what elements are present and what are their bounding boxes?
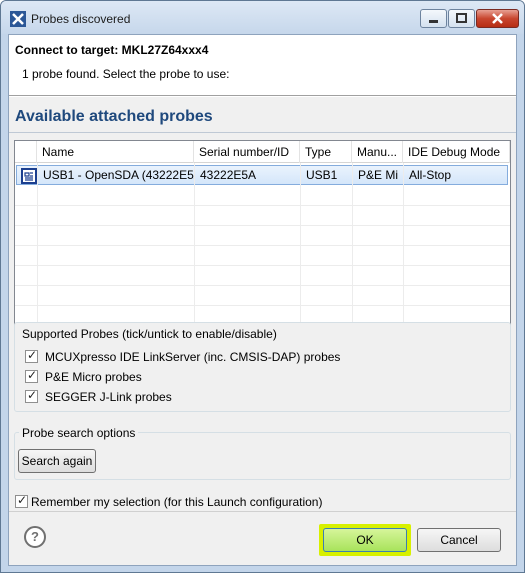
close-icon [492, 13, 503, 24]
jlink-label[interactable]: SEGGER J-Link probes [45, 390, 172, 404]
minimize-icon [429, 20, 438, 23]
probe-search-label: Probe search options [19, 426, 139, 440]
linkserver-label[interactable]: MCUXpresso IDE LinkServer (inc. CMSIS-DA… [45, 350, 340, 364]
cell-name: USB1 - OpenSDA (43222E5A [38, 166, 195, 185]
cell-serial: 43222E5A [195, 166, 301, 185]
table-empty-row [15, 226, 510, 246]
dialog-window: Probes discovered Connect to target: MKL… [0, 0, 525, 573]
remember-selection-checkbox[interactable] [15, 493, 28, 508]
target-title: Connect to target: MKL27Z64xxx4 [15, 43, 209, 57]
jlink-checkbox[interactable] [25, 388, 38, 403]
dialog-client: Connect to target: MKL27Z64xxx4 1 probe … [8, 34, 517, 566]
probe-icon [21, 168, 37, 184]
table-empty-row [15, 246, 510, 266]
minimize-button[interactable] [420, 9, 447, 28]
maximize-icon [456, 13, 467, 23]
maximize-button[interactable] [448, 9, 475, 28]
title-bar[interactable]: Probes discovered [1, 1, 524, 34]
table-empty-row [15, 186, 510, 206]
window-title: Probes discovered [31, 12, 131, 26]
cancel-button[interactable]: Cancel [417, 528, 501, 552]
probes-table[interactable]: Name Serial number/ID Type Manu... IDE D… [14, 140, 511, 342]
search-again-button[interactable]: Search again [18, 449, 96, 473]
pemicro-checkbox[interactable] [25, 368, 38, 383]
section-underline [9, 132, 516, 133]
section-title: Available attached probes [15, 108, 213, 125]
column-header-debug-mode[interactable]: IDE Debug Mode [403, 141, 510, 163]
column-header-serial[interactable]: Serial number/ID [194, 141, 300, 163]
supported-probes-group: Supported Probes (tick/untick to enable/… [14, 322, 511, 412]
header-separator [9, 95, 516, 97]
supported-probes-label: Supported Probes (tick/untick to enable/… [19, 327, 280, 341]
remember-selection-label[interactable]: Remember my selection (for this Launch c… [31, 495, 322, 509]
column-header-name[interactable]: Name [37, 141, 194, 163]
dialog-header: Connect to target: MKL27Z64xxx4 1 probe … [9, 35, 516, 95]
close-button[interactable] [476, 9, 519, 28]
app-x-icon [10, 11, 26, 27]
column-header-manufacturer[interactable]: Manu... [352, 141, 403, 163]
column-header-icon [15, 141, 37, 163]
table-header: Name Serial number/ID Type Manu... IDE D… [15, 141, 510, 163]
ok-button[interactable]: OK [323, 528, 407, 552]
table-empty-row [15, 286, 510, 306]
table-row[interactable]: USB1 - OpenSDA (43222E5A 43222E5A USB1 P… [16, 165, 508, 185]
cell-manufacturer: P&E Mi [353, 166, 404, 185]
table-empty-row [15, 206, 510, 226]
column-header-type[interactable]: Type [300, 141, 352, 163]
footer-separator [9, 511, 516, 512]
cell-type: USB1 [301, 166, 353, 185]
probe-count-message: 1 probe found. Select the probe to use: [22, 67, 230, 81]
linkserver-checkbox[interactable] [25, 348, 38, 363]
help-icon[interactable]: ? [24, 526, 46, 548]
cell-debug-mode: All-Stop [409, 168, 452, 182]
table-empty-row [15, 266, 510, 286]
pemicro-label[interactable]: P&E Micro probes [45, 370, 142, 384]
